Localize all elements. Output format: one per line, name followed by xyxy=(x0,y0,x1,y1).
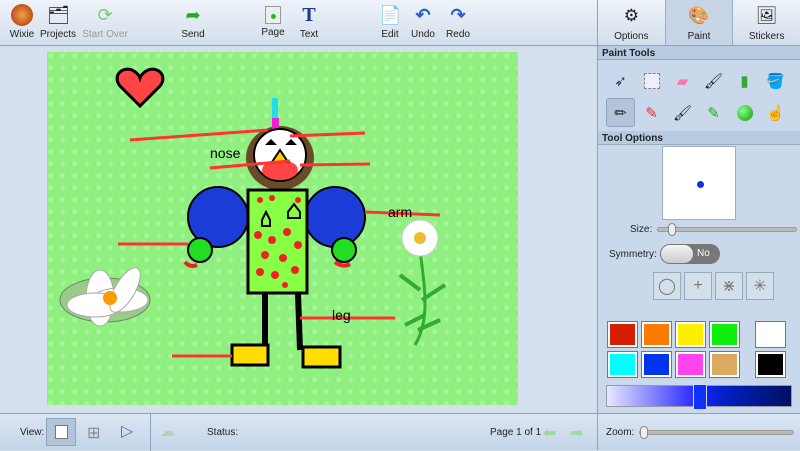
marker-icon[interactable]: ✎ xyxy=(699,98,728,127)
label-leg: leg xyxy=(332,307,351,323)
undo-icon: ↶ xyxy=(415,5,431,25)
play-icon: ▷ xyxy=(121,423,134,440)
cloud-icon: ☁ xyxy=(160,423,175,440)
brush-preview xyxy=(662,146,736,220)
stamp-hand-icon[interactable]: ☝ xyxy=(761,98,790,127)
canvas-area: nose arm leg xyxy=(0,47,597,413)
symmetry-eight-icon[interactable]: ✳ xyxy=(746,272,774,300)
send-icon: ➦ xyxy=(185,5,201,25)
color-swatch[interactable] xyxy=(675,351,706,378)
crayon-icon[interactable]: ✎ xyxy=(637,98,666,127)
select-arrow-icon[interactable]: ➶ xyxy=(606,66,635,95)
drawing-canvas[interactable]: nose arm leg xyxy=(47,52,518,405)
text-button[interactable]: T Text xyxy=(287,4,331,40)
color-swatch[interactable] xyxy=(709,321,740,348)
projects-button[interactable]: 🗂 Projects xyxy=(36,4,80,40)
wixie-logo-icon xyxy=(11,4,33,26)
tool-options-header: Tool Options xyxy=(598,131,800,145)
grid-icon: ⊞ xyxy=(87,425,101,442)
symmetry-label: Symmetry: xyxy=(609,248,657,260)
color-swatch[interactable] xyxy=(755,351,786,378)
color-swatch[interactable] xyxy=(641,351,672,378)
paintbrush-icon[interactable]: 🖌 xyxy=(668,98,697,127)
view-single-page-button[interactable] xyxy=(46,418,76,446)
spray-can-icon[interactable]: ▮ xyxy=(730,66,759,95)
send-label: Send xyxy=(181,29,205,40)
play-button[interactable]: ▷ xyxy=(121,421,133,441)
edit-icon: 📄 xyxy=(379,5,402,25)
page-icon xyxy=(265,6,281,24)
toolbar: Wixie 🗂 Projects ⟳ Start Over ➦ Send Page T… xyxy=(0,0,597,46)
tab-paint-label: Paint xyxy=(687,31,711,42)
color-swatch[interactable] xyxy=(709,351,740,378)
next-page-button[interactable]: ➡ xyxy=(570,423,583,443)
divider xyxy=(150,414,151,451)
color-swatch[interactable] xyxy=(607,321,638,348)
tab-paint[interactable]: 🎨 Paint xyxy=(664,0,734,45)
color-shade-slider[interactable] xyxy=(606,384,792,410)
tab-options-label: Options xyxy=(614,31,649,42)
daisy-flower xyxy=(398,219,447,346)
marquee-select-icon[interactable] xyxy=(637,66,666,95)
size-slider[interactable] xyxy=(657,223,798,236)
stickers-icon: 🖼 xyxy=(755,6,778,25)
palette-icon: 🎨 xyxy=(688,6,710,25)
cloud-upload-button[interactable]: ☁ xyxy=(160,422,175,440)
heart xyxy=(115,67,165,109)
page-info: Page 1 of 1 xyxy=(490,427,542,438)
tab-stickers-label: Stickers xyxy=(748,31,785,42)
zoom-label: Zoom: xyxy=(606,427,635,438)
single-page-icon xyxy=(55,425,68,439)
prev-page-button[interactable]: ⬅ xyxy=(543,423,556,443)
color-swatch[interactable] xyxy=(641,321,672,348)
refresh-icon: ⟳ xyxy=(97,5,113,25)
paint-bucket-icon[interactable]: 🪣 xyxy=(761,66,790,95)
size-label: Size: xyxy=(630,224,653,235)
redo-icon: ↷ xyxy=(450,5,466,25)
label-nose: nose xyxy=(210,145,241,161)
symmetry-value: No xyxy=(696,248,710,259)
projects-icon: 🗂 xyxy=(47,5,70,25)
zoom-slider-knob[interactable] xyxy=(640,426,649,439)
pencil-icon[interactable]: ✏ xyxy=(606,98,635,127)
symmetry-none-icon[interactable]: ◯ xyxy=(653,272,681,300)
projects-label: Projects xyxy=(39,29,77,40)
right-panel: ⚙ Options 🎨 Paint 🖼 Stickers Paint Tools ➶ … xyxy=(597,0,800,413)
start-over-label: Start Over xyxy=(82,29,128,40)
view-label: View: xyxy=(20,427,45,438)
redo-button[interactable]: ↷ Redo xyxy=(436,4,480,40)
zoom-bar: Zoom: xyxy=(597,413,800,450)
arrow-right-icon: ➡ xyxy=(570,425,584,442)
gear-icon: ⚙ xyxy=(623,6,639,25)
shade-slider-knob[interactable] xyxy=(693,384,707,410)
view-grid-button[interactable]: ⊞ xyxy=(87,423,100,443)
text-icon: T xyxy=(302,4,316,26)
arrow-left-icon: ⬅ xyxy=(543,425,557,442)
color-swatch[interactable] xyxy=(755,321,786,348)
symmetry-cross-icon[interactable]: + xyxy=(684,272,712,300)
shape-circle-icon[interactable] xyxy=(730,98,759,127)
color-swatch[interactable] xyxy=(675,321,706,348)
lily-flower xyxy=(59,267,151,327)
paint-tools-header: Paint Tools xyxy=(598,46,800,60)
start-over-button[interactable]: ⟳ Start Over xyxy=(80,4,130,40)
bottom-bar: View: ⊞ ▷ ☁ Status: Page 1 of 1 ⬅ ➡ xyxy=(0,413,597,451)
label-arm: arm xyxy=(388,204,412,220)
symmetry-toggle[interactable]: No xyxy=(659,244,720,264)
send-button[interactable]: ➦ Send xyxy=(171,4,215,40)
tab-stickers[interactable]: 🖼 Stickers xyxy=(733,0,800,45)
eraser-icon[interactable]: ▰ xyxy=(668,66,697,95)
symmetry-six-icon[interactable]: ⋇ xyxy=(715,272,743,300)
tab-options[interactable]: ⚙ Options xyxy=(598,0,665,45)
color-swatch[interactable] xyxy=(607,351,638,378)
brush-dot xyxy=(697,181,704,188)
redo-label: Redo xyxy=(446,29,470,40)
size-slider-knob[interactable] xyxy=(668,223,677,236)
fill-image-icon[interactable]: 🖌 xyxy=(699,66,728,95)
zoom-slider[interactable] xyxy=(639,426,795,439)
drawing: nose arm leg xyxy=(59,67,447,369)
status-label: Status: xyxy=(207,427,239,438)
text-label: Text xyxy=(299,29,319,40)
